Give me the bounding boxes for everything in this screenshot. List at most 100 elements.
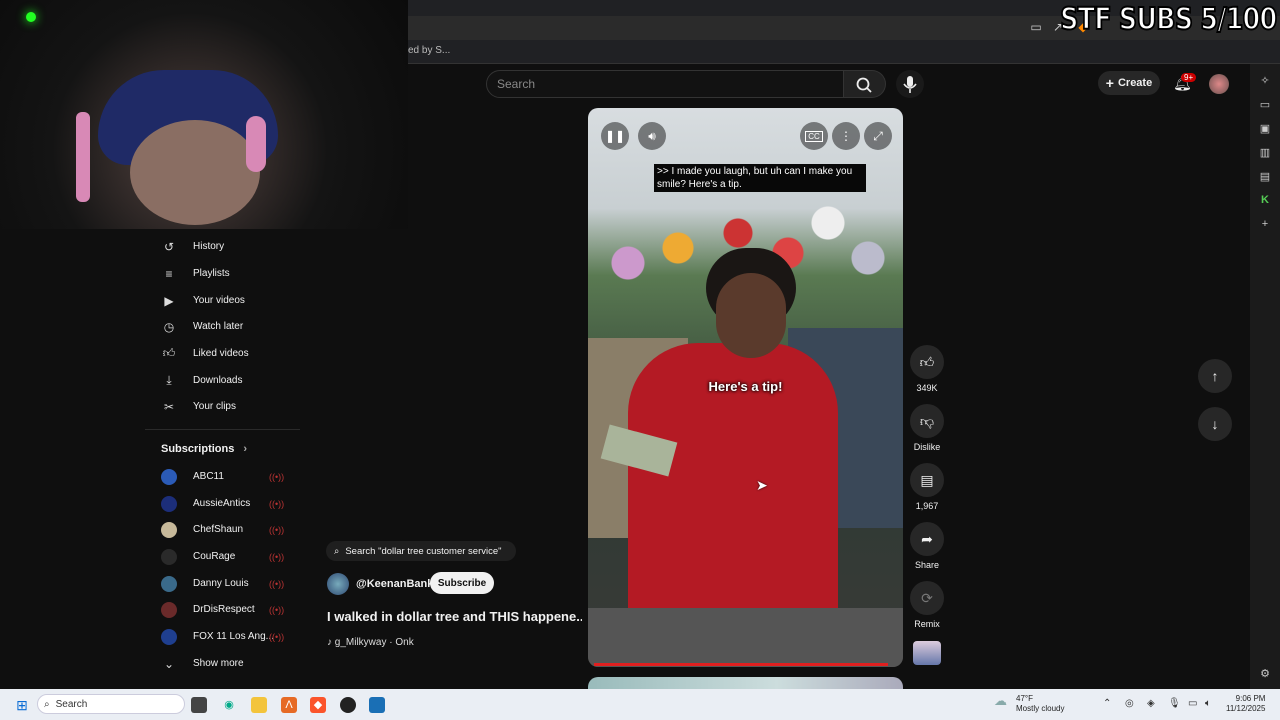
file-explorer-icon[interactable]: [251, 697, 267, 713]
live-icon: ((•)): [269, 631, 285, 642]
share-button[interactable]: ➦ Share: [910, 522, 944, 570]
kebab-menu-icon: ⋮: [840, 129, 852, 143]
search-input[interactable]: [486, 70, 844, 98]
progress-bar[interactable]: [594, 663, 888, 666]
brave-browser-icon[interactable]: ◆: [310, 697, 326, 713]
subscription-item[interactable]: AussieAntics ((•)): [145, 490, 300, 517]
settings-icon[interactable]: ⚙: [1258, 667, 1272, 680]
tray-app-icon[interactable]: ◎: [1125, 698, 1134, 709]
remix-icon: ⟳: [910, 581, 944, 615]
subscription-item[interactable]: CouRage ((•)): [145, 543, 300, 570]
windows-start-icon[interactable]: ⊞: [14, 697, 30, 713]
edge-icon[interactable]: ◉: [221, 697, 237, 713]
audio-source-thumbnail[interactable]: [913, 641, 941, 665]
bookmark-item[interactable]: ed by S...: [408, 45, 450, 56]
clock-time: 9:06 PM: [1235, 694, 1266, 703]
volume-button[interactable]: 🔊︎: [638, 122, 666, 150]
weather-temp: 47°F: [1016, 694, 1033, 703]
subscribe-button[interactable]: Subscribe: [430, 572, 494, 594]
ai-assistant-icon[interactable]: ✧: [1258, 74, 1272, 87]
sub-goal-overlay: STF SUBS 5/100: [1059, 1, 1278, 38]
app-icon[interactable]: Λ: [281, 697, 297, 713]
voice-search-button[interactable]: [896, 70, 924, 98]
your-videos-icon: ▶: [164, 293, 174, 308]
taskbar-search[interactable]: ⌕ Search: [37, 694, 185, 714]
kick-icon[interactable]: K: [1258, 194, 1272, 206]
bookmarks-icon[interactable]: ▥: [1258, 146, 1272, 159]
dislike-button[interactable]: 👎︎ Dislike: [910, 404, 944, 452]
music-credit[interactable]: ♪ g_Milkyway · Onk: [327, 637, 414, 648]
short-title[interactable]: I walked in dollar tree and THIS happene…: [327, 609, 582, 624]
screenshot-icon[interactable]: ▭: [1029, 20, 1043, 34]
tabs-icon[interactable]: ▣: [1258, 122, 1272, 135]
create-button[interactable]: + Create: [1098, 71, 1160, 95]
subscription-item[interactable]: ABC11 ((•)): [145, 463, 300, 490]
previous-short-button[interactable]: ↑: [1198, 359, 1232, 393]
store-icon[interactable]: [369, 697, 385, 713]
sidebar-item-liked-videos[interactable]: 👍︎ Liked videos: [145, 340, 300, 367]
next-short-preview[interactable]: [588, 677, 903, 689]
chevron-up-icon[interactable]: ⌃: [1103, 698, 1111, 709]
task-view-icon[interactable]: [191, 697, 207, 713]
network-icon[interactable]: ▭: [1188, 698, 1197, 709]
subscription-item[interactable]: FOX 11 Los Ang... ((•)): [145, 623, 300, 650]
captions-button[interactable]: CC: [800, 122, 828, 150]
fullscreen-button[interactable]: ⤢: [864, 122, 892, 150]
clock[interactable]: 9:06 PM 11/12/2025: [1226, 694, 1265, 714]
weather-widget[interactable]: ☁ 47°F Mostly cloudy: [994, 694, 1064, 714]
sidebar-item-history[interactable]: ↺ History: [145, 233, 300, 260]
thumbs-up-icon: 👍︎: [910, 345, 944, 379]
mic-icon[interactable]: 🎙︎: [1168, 698, 1181, 709]
speaker-icon[interactable]: 🔈︎: [1205, 698, 1211, 709]
live-icon: ((•)): [269, 551, 285, 562]
dislike-label: Dislike: [913, 442, 941, 452]
like-button[interactable]: 👍︎ 349K: [910, 345, 944, 393]
chevron-down-icon: ⌄: [163, 656, 175, 671]
thumbs-down-icon: 👎︎: [910, 404, 944, 438]
sidebar-item-playlists[interactable]: ≡ Playlists: [145, 260, 300, 287]
comment-count: 1,967: [915, 501, 939, 511]
sidebar-item-your-clips[interactable]: ✂ Your clips: [145, 393, 300, 420]
next-short-button[interactable]: ↓: [1198, 407, 1232, 441]
chevron-right-icon: ›: [243, 443, 248, 455]
search-icon: [856, 77, 872, 93]
watch-later-icon: ◷: [163, 319, 175, 334]
search-suggestion-chip[interactable]: ⌕ Search "dollar tree customer service": [326, 541, 516, 561]
webcam-feed: [0, 0, 408, 229]
obs-icon[interactable]: [340, 697, 356, 713]
pause-icon: ❚❚: [604, 129, 626, 143]
sidebar-item-your-videos[interactable]: ▶ Your videos: [145, 287, 300, 314]
add-panel-icon[interactable]: +: [1258, 218, 1272, 230]
media-icon[interactable]: ▭: [1258, 98, 1272, 111]
more-options-button[interactable]: ⋮: [832, 122, 860, 150]
sidebar: ↺ History ≡ Playlists ▶ Your videos ◷ Watch …: [145, 229, 300, 689]
live-icon: ((•)): [269, 471, 285, 482]
subscription-item[interactable]: ChefShaun ((•)): [145, 516, 300, 543]
share-label: Share: [914, 560, 940, 570]
channel-name[interactable]: @KeenanBank: [356, 578, 433, 590]
search-button[interactable]: [844, 70, 886, 98]
tray-app-icon[interactable]: ◈: [1147, 698, 1155, 709]
clock-date: 11/12/2025: [1226, 704, 1266, 713]
live-icon: ((•)): [269, 604, 285, 615]
sidebar-item-downloads[interactable]: ⤓ Downloads: [145, 367, 300, 394]
reading-list-icon[interactable]: ▤: [1258, 170, 1272, 183]
subscription-item[interactable]: Danny Louis ((•)): [145, 570, 300, 597]
short-video-player[interactable]: ❚❚ 🔊︎ CC ⋮ ⤢ >> I made you laugh, but uh…: [588, 108, 903, 667]
comment-icon: ▤: [910, 463, 944, 497]
volume-icon: 🔊︎: [648, 128, 656, 143]
channel-avatar[interactable]: [327, 573, 349, 595]
comments-button[interactable]: ▤ 1,967: [910, 463, 944, 511]
search-icon: ⌕: [334, 545, 340, 557]
avatar[interactable]: [1209, 74, 1229, 94]
live-icon: ((•)): [269, 524, 285, 535]
channel-avatar: [161, 575, 177, 592]
scissors-icon: ✂: [163, 399, 175, 414]
subscriptions-heading[interactable]: Subscriptions ›: [161, 443, 247, 455]
sidebar-item-watch-later[interactable]: ◷ Watch later: [145, 313, 300, 340]
bookmarks-bar: [408, 40, 1280, 64]
remix-button[interactable]: ⟳ Remix: [910, 581, 944, 629]
pause-button[interactable]: ❚❚: [601, 122, 629, 150]
subscription-item[interactable]: DrDisRespect ((•)): [145, 596, 300, 623]
show-more-button[interactable]: ⌄ Show more: [145, 650, 300, 677]
